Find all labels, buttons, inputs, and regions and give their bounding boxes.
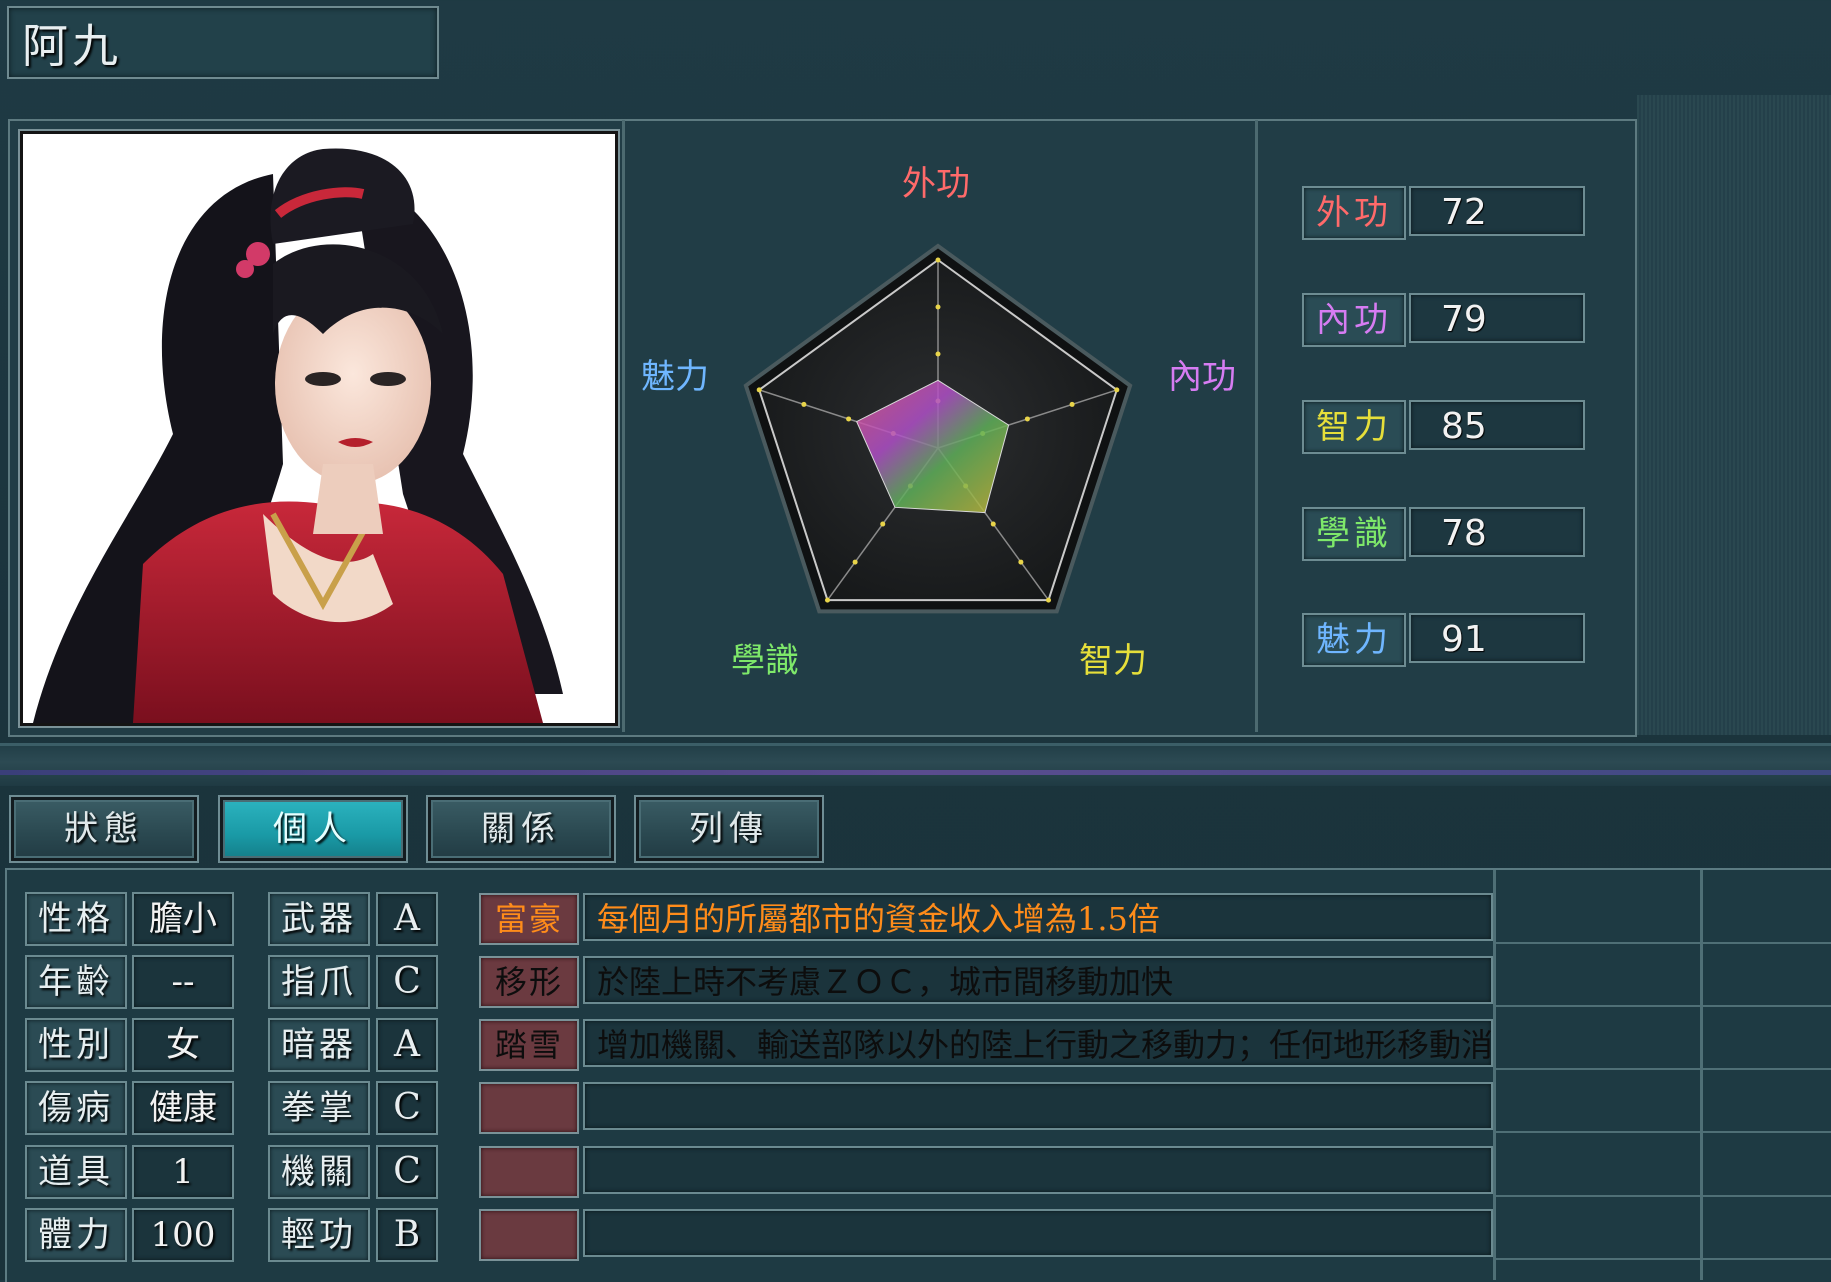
profile-label: 傷病 bbox=[25, 1081, 127, 1135]
radar-chart-panel: 外功 內功 智力 學識 魅力 bbox=[625, 120, 1255, 732]
radar-tick bbox=[846, 416, 852, 422]
trait-tag bbox=[479, 1082, 579, 1134]
panel-divider bbox=[1255, 120, 1258, 732]
radar-tick bbox=[880, 521, 886, 527]
radar-tick bbox=[1114, 387, 1120, 393]
profile-label: 體力 bbox=[25, 1208, 127, 1262]
character-name: 阿九 bbox=[22, 19, 122, 73]
radar-tick bbox=[1024, 416, 1030, 422]
skill-label: 武器 bbox=[268, 892, 370, 946]
grid-row-line bbox=[1495, 1195, 1831, 1197]
trait-description bbox=[583, 1082, 1493, 1130]
radar-chart: 外功 內功 智力 學識 魅力 bbox=[641, 164, 1236, 681]
stat-value: 78 bbox=[1409, 507, 1585, 557]
tab-biography[interactable]: 列傳 bbox=[636, 797, 822, 861]
trait-description bbox=[583, 1209, 1493, 1257]
skill-grade: A bbox=[376, 1018, 438, 1072]
stat-value: 79 bbox=[1409, 293, 1585, 343]
stat-label: 學識 bbox=[1302, 507, 1406, 561]
grid-divider bbox=[1493, 870, 1496, 1280]
skill-grade: C bbox=[376, 1081, 438, 1135]
skill-grade: A bbox=[376, 892, 438, 946]
radar-tick bbox=[935, 257, 941, 263]
profile-value: 女 bbox=[132, 1018, 234, 1072]
trait-description: 每個月的所屬都市的資金收入增為1.5倍 bbox=[583, 893, 1493, 941]
grid-row-line bbox=[1495, 942, 1831, 944]
profile-label: 年齡 bbox=[25, 955, 127, 1009]
radar-label-internal: 內功 bbox=[1168, 357, 1236, 397]
stat-label: 內功 bbox=[1302, 293, 1406, 347]
radar-tick bbox=[1069, 401, 1075, 407]
skill-label: 輕功 bbox=[268, 1208, 370, 1262]
upper-right-texture bbox=[1637, 95, 1831, 735]
radar-tick bbox=[935, 304, 941, 310]
trait-description bbox=[583, 1146, 1493, 1194]
skill-grade: C bbox=[376, 955, 438, 1009]
radar-tick bbox=[801, 401, 807, 407]
profile-label: 道具 bbox=[25, 1145, 127, 1199]
tab-personal[interactable]: 個人 bbox=[220, 797, 406, 861]
portrait-illustration bbox=[23, 134, 615, 723]
trait-tag: 富豪 bbox=[479, 893, 579, 945]
profile-label: 性格 bbox=[25, 892, 127, 946]
trait-description: 增加機關、輸送部隊以外的陸上行動之移動力；任何地形移動消耗相同 bbox=[583, 1019, 1493, 1067]
stat-label: 智力 bbox=[1302, 400, 1406, 454]
skill-grade: B bbox=[376, 1208, 438, 1262]
character-portrait bbox=[20, 131, 618, 726]
radar-tick bbox=[935, 351, 941, 357]
trait-tag: 移形 bbox=[479, 956, 579, 1008]
grid-divider bbox=[1700, 870, 1703, 1280]
radar-tick bbox=[852, 559, 858, 565]
trait-tag: 踏雪 bbox=[479, 1019, 579, 1071]
profile-value: 健康 bbox=[132, 1081, 234, 1135]
stat-label: 外功 bbox=[1302, 186, 1406, 240]
skill-grade: C bbox=[376, 1145, 438, 1199]
radar-tick bbox=[756, 387, 762, 393]
grid-row-line bbox=[1495, 1258, 1831, 1260]
section-separator bbox=[0, 743, 1831, 786]
tab-relations[interactable]: 關係 bbox=[428, 797, 614, 861]
radar-tick bbox=[1018, 559, 1024, 565]
trait-tag bbox=[479, 1146, 579, 1198]
grid-row-line bbox=[1495, 1068, 1831, 1070]
trait-description: 於陸上時不考慮ＺＯＣ，城市間移動加快 bbox=[583, 956, 1493, 1004]
separator-line bbox=[0, 770, 1831, 775]
skill-label: 指爪 bbox=[268, 955, 370, 1009]
radar-label-knowledge: 學識 bbox=[731, 641, 799, 681]
radar-label-charm: 魅力 bbox=[641, 357, 709, 397]
grid-row-line bbox=[1495, 1005, 1831, 1007]
profile-value: 100 bbox=[132, 1208, 234, 1262]
stat-value: 91 bbox=[1409, 613, 1585, 663]
profile-label: 性別 bbox=[25, 1018, 127, 1072]
stat-label: 魅力 bbox=[1302, 613, 1406, 667]
profile-value: 1 bbox=[132, 1145, 234, 1199]
trait-tag bbox=[479, 1209, 579, 1261]
skill-label: 暗器 bbox=[268, 1018, 370, 1072]
profile-value: -- bbox=[132, 955, 234, 1009]
radar-label-intellect: 智力 bbox=[1079, 641, 1147, 681]
radar-label-external: 外功 bbox=[902, 164, 970, 204]
tab-status[interactable]: 狀態 bbox=[11, 797, 197, 861]
stat-value: 85 bbox=[1409, 400, 1585, 450]
stat-value: 72 bbox=[1409, 186, 1585, 236]
skill-label: 拳掌 bbox=[268, 1081, 370, 1135]
skill-label: 機關 bbox=[268, 1145, 370, 1199]
radar-plot bbox=[743, 243, 1133, 614]
grid-row-line bbox=[1495, 1131, 1831, 1133]
radar-tick bbox=[990, 521, 996, 527]
profile-value: 膽小 bbox=[132, 892, 234, 946]
radar-tick bbox=[1046, 597, 1052, 603]
radar-tick bbox=[824, 597, 830, 603]
